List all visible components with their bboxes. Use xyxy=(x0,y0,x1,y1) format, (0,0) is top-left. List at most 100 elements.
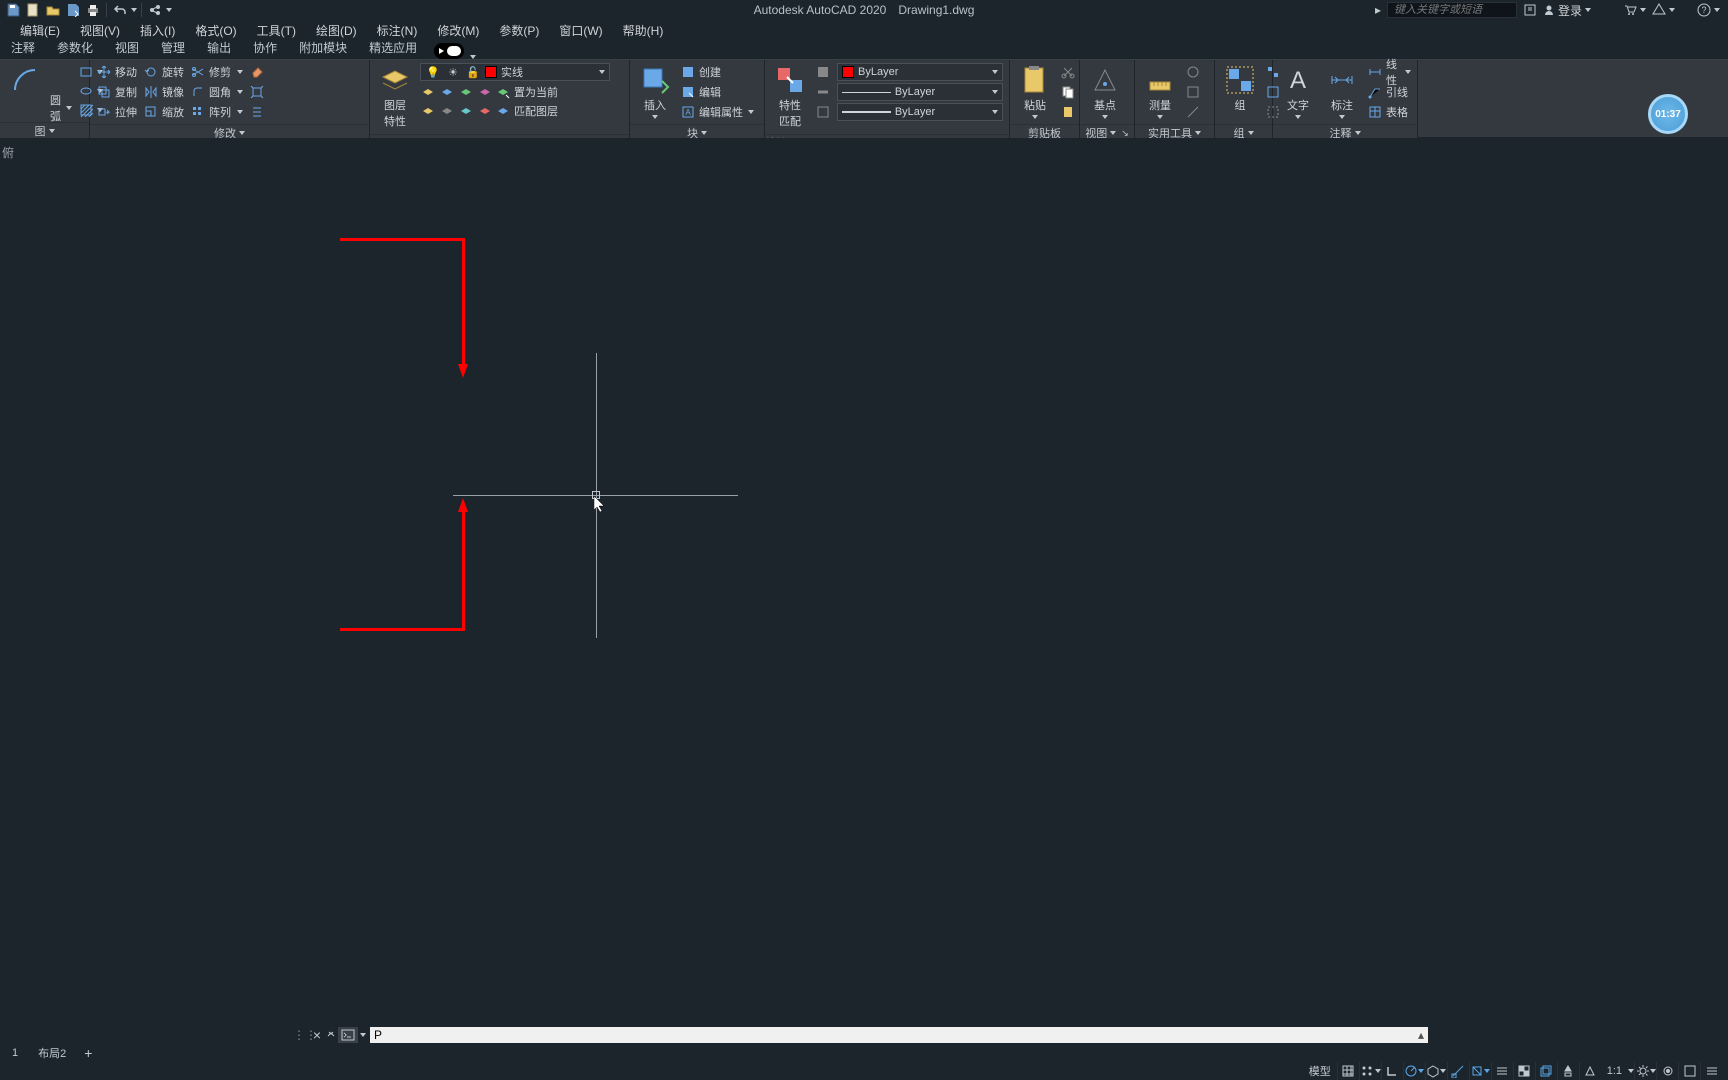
search-input[interactable] xyxy=(1387,2,1517,18)
layout-add-button[interactable]: + xyxy=(76,1044,100,1062)
status-annovisibility-icon[interactable] xyxy=(1579,1062,1601,1080)
props-icon2[interactable] xyxy=(815,84,831,100)
tab-featured-play-icon[interactable] xyxy=(434,43,464,59)
menu-param[interactable]: 参数(P) xyxy=(489,20,549,41)
block-create[interactable]: 创建 xyxy=(680,63,754,81)
login-button[interactable]: 登录 xyxy=(1543,2,1591,19)
basepoint-button[interactable]: 基点 xyxy=(1086,63,1124,121)
props-icon1[interactable] xyxy=(815,64,831,80)
status-customize-icon[interactable] xyxy=(1700,1062,1722,1080)
qat-undo-icon[interactable] xyxy=(111,1,129,19)
help-icon[interactable]: ? xyxy=(1697,3,1720,17)
menu-window[interactable]: 窗口(W) xyxy=(549,20,612,41)
color-selector[interactable]: ByLayer xyxy=(837,63,1003,81)
tab-annotate[interactable]: 注释 xyxy=(0,36,46,59)
cmd-grip-icon[interactable]: ⋮⋮ xyxy=(300,1028,310,1042)
annot-linear[interactable]: 线性 xyxy=(1367,63,1411,81)
util-icon2[interactable] xyxy=(1185,84,1201,100)
status-cycling-icon[interactable] xyxy=(1535,1062,1557,1080)
copy-clip-icon[interactable] xyxy=(1060,84,1076,100)
layer-icon6[interactable] xyxy=(439,103,455,119)
tab-output[interactable]: 输出 xyxy=(196,36,242,59)
annot-leader[interactable]: 引线 xyxy=(1367,83,1411,101)
layer-properties-button[interactable]: 图层 特性 xyxy=(376,63,414,131)
tool-stretch[interactable]: 拉伸 xyxy=(96,103,137,121)
paste-special-icon[interactable] xyxy=(1060,104,1076,120)
tool-arc[interactable] xyxy=(6,63,44,97)
layout-tab-1[interactable]: 1 xyxy=(2,1046,28,1060)
tool-trim[interactable]: 修剪 xyxy=(190,63,243,81)
tool-arc-label[interactable]: 圆弧 xyxy=(50,99,72,117)
layer-setcurrent[interactable]: 置为当前 xyxy=(495,83,558,101)
status-iso-icon[interactable] xyxy=(1425,1062,1447,1080)
tool-copy[interactable]: 复制 xyxy=(96,83,137,101)
status-gear-icon[interactable] xyxy=(1634,1062,1656,1080)
tab-addins[interactable]: 附加模块 xyxy=(288,36,358,59)
qat-print-icon[interactable] xyxy=(84,1,102,19)
layer-icon8[interactable] xyxy=(477,103,493,119)
props-icon3[interactable] xyxy=(815,104,831,120)
status-snap-icon[interactable] xyxy=(1359,1062,1381,1080)
match-properties-button[interactable]: 特性 匹配 xyxy=(771,63,809,131)
linetype-selector[interactable]: ByLayer xyxy=(837,103,1003,121)
tool-explode[interactable] xyxy=(249,83,265,101)
tab-parametric[interactable]: 参数化 xyxy=(46,36,104,59)
layer-icon1[interactable] xyxy=(420,84,436,100)
measure-button[interactable]: 测量 xyxy=(1141,63,1179,121)
tool-scale[interactable]: 缩放 xyxy=(143,103,184,121)
tool-move[interactable]: 移动 xyxy=(96,63,137,81)
qat-dropdown-icon[interactable] xyxy=(166,8,172,12)
layer-icon5[interactable] xyxy=(420,103,436,119)
block-editattr[interactable]: A编辑属性 xyxy=(680,103,754,121)
status-clean-icon[interactable] xyxy=(1678,1062,1700,1080)
menu-help[interactable]: 帮助(H) xyxy=(613,20,674,41)
status-model[interactable]: 模型 xyxy=(1303,1063,1337,1079)
drawing-viewport[interactable]: 俯 xyxy=(0,138,1728,1026)
menu-modify[interactable]: 修改(M) xyxy=(427,20,489,41)
tabs-overflow-icon[interactable] xyxy=(470,55,476,59)
command-input[interactable] xyxy=(370,1027,1414,1043)
qat-share-icon[interactable] xyxy=(146,1,164,19)
qat-open-icon[interactable] xyxy=(44,1,62,19)
tab-collab[interactable]: 协作 xyxy=(242,36,288,59)
app-menu-icon[interactable] xyxy=(1652,3,1675,17)
dimension-button[interactable]: 标注 xyxy=(1323,63,1361,121)
tool-mirror[interactable]: 镜像 xyxy=(143,83,184,101)
undo-dropdown-icon[interactable] xyxy=(131,8,137,12)
tab-manage[interactable]: 管理 xyxy=(150,36,196,59)
qat-saveas-icon[interactable] xyxy=(64,1,82,19)
tool-erase[interactable] xyxy=(249,63,265,81)
status-ortho-icon[interactable] xyxy=(1381,1062,1403,1080)
cart-icon[interactable] xyxy=(1623,3,1646,17)
layer-icon4[interactable] xyxy=(477,84,493,100)
status-scale[interactable]: 1:1 xyxy=(1601,1065,1628,1077)
qat-save-icon[interactable] xyxy=(4,1,22,19)
group-button[interactable]: 组 xyxy=(1221,63,1259,121)
qat-new-icon[interactable] xyxy=(24,1,42,19)
cmd-close-icon[interactable]: × xyxy=(310,1027,324,1043)
status-annoscale-icon[interactable] xyxy=(1557,1062,1579,1080)
annot-table[interactable]: 表格 xyxy=(1367,103,1411,121)
paste-button[interactable]: 粘贴 xyxy=(1016,63,1054,121)
tool-fillet[interactable]: 圆角 xyxy=(190,83,243,101)
cmd-prompt-icon[interactable] xyxy=(338,1027,358,1043)
status-isolate-icon[interactable] xyxy=(1656,1062,1678,1080)
tab-featured[interactable]: 精选应用 xyxy=(358,36,428,59)
tab-view[interactable]: 视图 xyxy=(104,36,150,59)
lineweight-selector[interactable]: ByLayer xyxy=(837,83,1003,101)
cmd-customize-icon[interactable] xyxy=(324,1030,338,1040)
layer-match[interactable]: 匹配图层 xyxy=(495,102,558,120)
util-icon3[interactable] xyxy=(1185,104,1201,120)
status-osnap-icon[interactable] xyxy=(1447,1062,1469,1080)
layer-icon7[interactable] xyxy=(458,103,474,119)
signin-button[interactable] xyxy=(1523,3,1537,17)
status-polar-icon[interactable] xyxy=(1403,1062,1425,1080)
status-transparency-icon[interactable] xyxy=(1513,1062,1535,1080)
tool-array[interactable]: 阵列 xyxy=(190,103,243,121)
block-edit[interactable]: 编辑 xyxy=(680,83,754,101)
status-lwt-icon[interactable] xyxy=(1491,1062,1513,1080)
cmd-history-icon[interactable] xyxy=(360,1033,366,1037)
cut-icon[interactable] xyxy=(1060,64,1076,80)
status-otrack-icon[interactable] xyxy=(1469,1062,1491,1080)
util-icon1[interactable] xyxy=(1185,64,1201,80)
